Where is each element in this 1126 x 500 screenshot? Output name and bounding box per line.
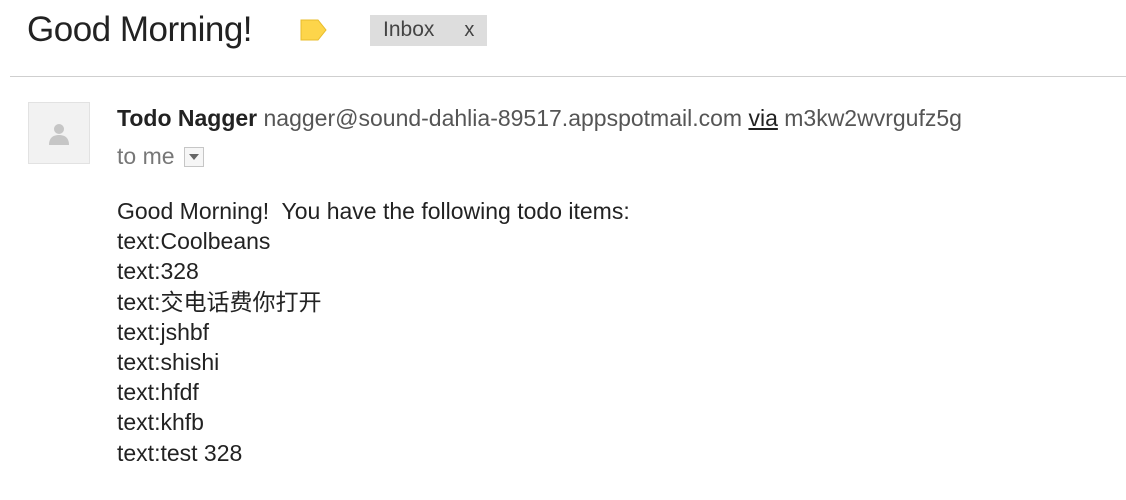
todo-item: text:jshbf <box>117 318 210 345</box>
recipient-text: to me <box>117 143 175 169</box>
header-divider <box>10 76 1126 77</box>
todo-item: text:test 328 <box>117 439 243 466</box>
caret-down-icon <box>188 153 199 160</box>
sender-line: Todo Nagger nagger@sound-dahlia-89517.ap… <box>117 104 1047 132</box>
remove-label-button[interactable]: x <box>464 19 474 42</box>
todo-item: text:交电话费你打开 <box>117 288 322 315</box>
todo-item: text:Coolbeans <box>117 228 271 255</box>
todo-item: text:hfdf <box>117 379 199 406</box>
body-intro: Good Morning! You have the following tod… <box>117 198 630 224</box>
todo-item: text:khfb <box>117 409 204 436</box>
email-subject: Good Morning! <box>27 10 253 49</box>
todo-item: text:shishi <box>117 349 220 376</box>
show-details-button[interactable] <box>183 146 204 167</box>
sender-email: nagger@sound-dahlia-89517.appspotmail.co… <box>263 105 743 131</box>
via-link[interactable]: via <box>748 105 777 131</box>
sender-avatar[interactable] <box>28 102 90 164</box>
email-body: Good Morning! You have the following tod… <box>117 196 630 468</box>
inbox-label-chip: Inbox x <box>370 14 488 46</box>
person-icon <box>49 124 69 145</box>
sender-name[interactable]: Todo Nagger <box>117 105 257 131</box>
recipient-line: to me <box>117 143 204 170</box>
inbox-label-text: Inbox <box>383 18 435 41</box>
label-tag-icon[interactable] <box>299 19 327 41</box>
email-header: Good Morning! Inbox x <box>27 8 488 52</box>
via-domain: m3kw2wvrgufz5g <box>784 105 962 131</box>
todo-item: text:328 <box>117 258 199 285</box>
